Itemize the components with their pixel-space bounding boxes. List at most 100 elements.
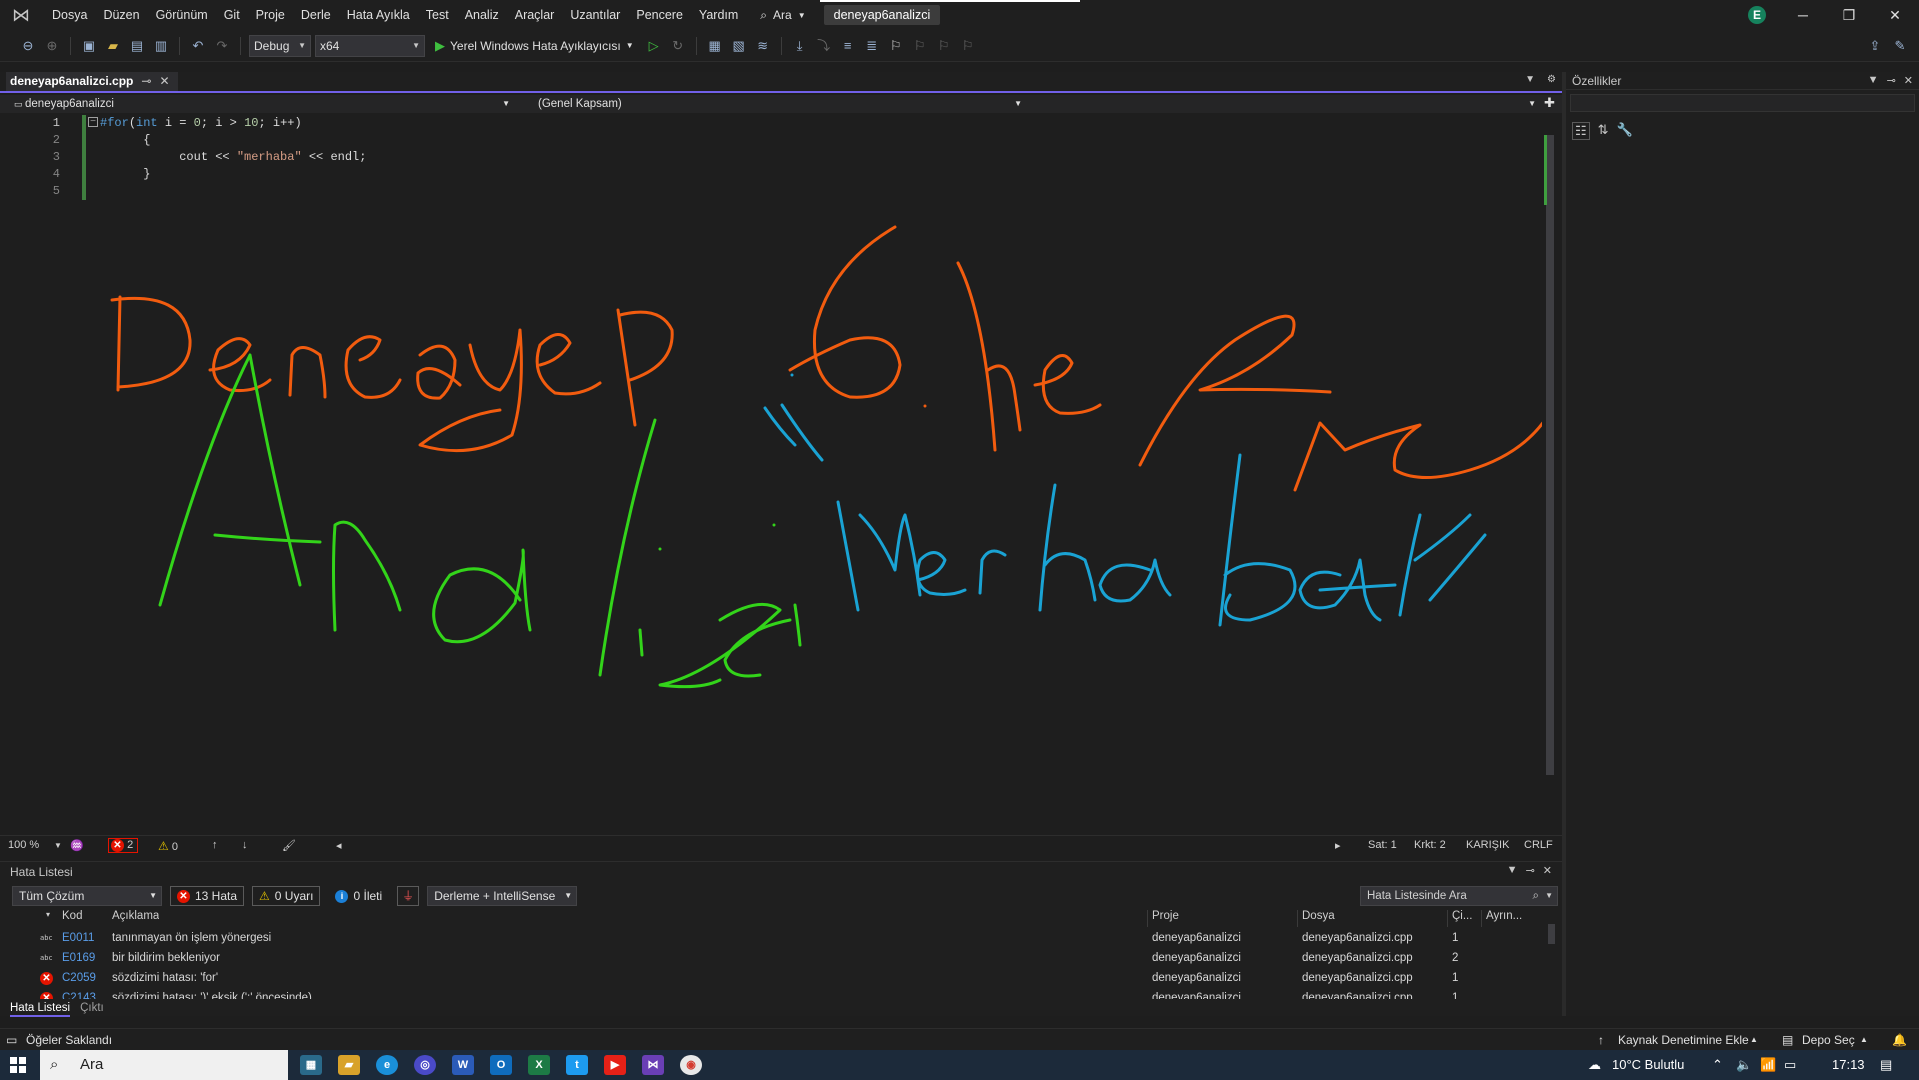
step-over-icon[interactable]: ⤵ (814, 36, 834, 56)
error-count-button[interactable]: ✕ 2 (108, 838, 139, 853)
bell-icon[interactable]: 🔔 (1892, 1033, 1907, 1047)
layout-icon[interactable]: ▧ (729, 36, 749, 56)
error-code[interactable]: E0169 (62, 950, 95, 967)
error-row[interactable]: abc E0011 tanınmayan ön işlem yönergesi … (0, 930, 1542, 947)
taskview-icon[interactable]: ▦ (300, 1055, 322, 1075)
edge-icon[interactable]: e (376, 1055, 398, 1075)
line-ending-indicator[interactable]: CRLF (1524, 839, 1553, 851)
error-row[interactable]: ✕ C2143 sözdizimi hatası: ')' eksik (';'… (0, 990, 1542, 999)
battery-icon[interactable]: ▭ (1784, 1050, 1796, 1080)
encoding-indicator[interactable]: KARIŞIK (1466, 839, 1509, 851)
solution-explorer-icon[interactable]: ▦ (705, 36, 725, 56)
zoom-level[interactable]: 100 % (8, 839, 39, 851)
menu-dosya[interactable]: Dosya (44, 0, 95, 30)
intellicode-icon[interactable]: ♒ (70, 839, 84, 852)
add-to-source-control-button[interactable]: Kaynak Denetimine Ekle (1618, 1033, 1749, 1047)
arrow-down-icon[interactable]: ↓ (242, 839, 248, 851)
chevron-down-icon[interactable]: ▼ (1868, 74, 1879, 87)
error-list-scrollbar[interactable] (1544, 910, 1558, 1000)
youtube-icon[interactable]: ▶ (604, 1055, 626, 1075)
error-code[interactable]: C2143 (62, 990, 96, 999)
property-pages-icon[interactable]: 🔧 (1617, 122, 1633, 140)
column-header-file[interactable]: Dosya (1302, 910, 1335, 922)
menu-duzen[interactable]: Düzen (95, 0, 147, 30)
back-icon[interactable]: ⊖ (18, 36, 38, 56)
menu-test[interactable]: Test (418, 0, 457, 30)
volume-icon[interactable]: 🔈 (1736, 1050, 1752, 1080)
column-indicator[interactable]: Krkt: 2 (1414, 839, 1446, 851)
error-row[interactable]: ✕ C2059 sözdizimi hatası: 'for' deneyap6… (0, 970, 1542, 987)
column-header-description[interactable]: Açıklama (112, 910, 159, 922)
weather-text[interactable]: 10°C Bulutlu (1612, 1050, 1684, 1080)
warning-count-button[interactable]: ⚠ 0 (158, 839, 178, 853)
line-indicator[interactable]: Sat: 1 (1368, 839, 1397, 851)
split-icon[interactable]: ✚ (1544, 95, 1555, 111)
select-repository-button[interactable]: Depo Seç (1802, 1033, 1855, 1047)
hot-reload-icon[interactable]: ↻ (668, 36, 688, 56)
windows-start-icon[interactable] (10, 1057, 26, 1073)
pin-icon[interactable]: ⊸ (1526, 864, 1535, 877)
platform-select[interactable]: x64 ▼ (315, 34, 425, 57)
search-button[interactable]: ⌕ Ara ▼ (752, 8, 813, 23)
tab-list-icon[interactable]: ▼ (1525, 74, 1535, 85)
word-icon[interactable]: W (452, 1055, 474, 1075)
clock[interactable]: 17:13 (1832, 1050, 1865, 1080)
comment-icon[interactable]: ≡ (838, 36, 858, 56)
configuration-select[interactable]: Debug ▼ (249, 34, 311, 57)
tab-output[interactable]: Çıktı (80, 1002, 104, 1017)
column-header-suppression[interactable]: Ayrın... (1486, 910, 1526, 922)
scrollbar-thumb[interactable] (1546, 135, 1554, 775)
step-icon[interactable]: ⤓ (790, 36, 810, 56)
forward-icon[interactable]: ⊕ (42, 36, 62, 56)
column-header-code[interactable]: Kod (62, 910, 82, 922)
scope-select[interactable]: Tüm Çözüm ▼ (12, 886, 162, 906)
new-project-icon[interactable]: ▣ (79, 36, 99, 56)
menu-proje[interactable]: Proje (248, 0, 293, 30)
arrow-up-icon[interactable]: ↑ (212, 839, 218, 851)
column-header-project[interactable]: Proje (1152, 910, 1179, 922)
menu-gorunum[interactable]: Görünüm (148, 0, 216, 30)
properties-object-select[interactable] (1570, 94, 1915, 112)
bookmark-icon[interactable]: ⚐ (886, 36, 906, 56)
scope-dropdown[interactable]: (Genel Kapsam) ▼ (530, 96, 1026, 112)
menu-yardim[interactable]: Yardım (691, 0, 746, 30)
build-source-select[interactable]: Derleme + IntelliSense ▼ (427, 886, 578, 906)
scrollbar-thumb[interactable] (1548, 924, 1555, 944)
scroll-right-icon[interactable]: ▸ (1335, 839, 1341, 852)
alphabetical-icon[interactable]: ⇅ (1598, 122, 1609, 140)
start-debugging-button[interactable]: ▶ Yerel Windows Hata Ayıklayıcısı ▼ (429, 38, 640, 54)
uncomment-icon[interactable]: ≣ (862, 36, 882, 56)
project-dropdown[interactable]: ▭ deneyap6analizci ▼ (6, 96, 514, 112)
tab-deneyap6analizci-cpp[interactable]: deneyap6analizci.cpp ⊸ ✕ (6, 72, 178, 91)
taskbar-search-input[interactable]: ⌕ Ara (40, 1050, 288, 1080)
next-bookmark-icon[interactable]: ⚐ (934, 36, 954, 56)
minimize-button[interactable]: ─ (1780, 0, 1826, 30)
save-all-icon[interactable]: ▥ (151, 36, 171, 56)
share-icon[interactable]: ⇪ (1865, 36, 1885, 56)
menu-hata-ayikla[interactable]: Hata Ayıkla (339, 0, 418, 30)
prev-bookmark-icon[interactable]: ⚐ (910, 36, 930, 56)
gear-icon[interactable]: ⚙ (1547, 74, 1556, 85)
menu-pencere[interactable]: Pencere (628, 0, 691, 30)
error-list-search-input[interactable]: Hata Listesinde Ara ⌕ ▼ (1360, 886, 1558, 906)
menu-uzantilar[interactable]: Uzantılar (562, 0, 628, 30)
error-code[interactable]: E0011 (62, 930, 94, 947)
cleanup-icon[interactable]: 🖌 (282, 839, 296, 852)
chevron-down-icon[interactable]: ▼ (1507, 864, 1518, 877)
visual-studio-icon[interactable]: ⋈ (642, 1055, 664, 1075)
warnings-filter-button[interactable]: ⚠ 0 Uyarı (252, 886, 321, 906)
chevron-down-icon[interactable]: ▼ (54, 841, 62, 850)
start-without-debugging-icon[interactable]: ▷ (644, 36, 664, 56)
menu-git[interactable]: Git (216, 0, 248, 30)
error-code[interactable]: C2059 (62, 970, 96, 987)
close-icon[interactable]: ✕ (1543, 864, 1552, 877)
categorized-icon[interactable]: ☷ (1572, 122, 1590, 140)
twitter-icon[interactable]: t (566, 1055, 588, 1075)
open-folder-icon[interactable]: ▰ (103, 36, 123, 56)
restore-button[interactable]: ❐ (1826, 0, 1872, 30)
redo-icon[interactable]: ↷ (212, 36, 232, 56)
column-header-line[interactable]: Çi... (1452, 910, 1478, 922)
member-dropdown[interactable]: ▼ (1030, 96, 1540, 112)
messages-filter-button[interactable]: i 0 İleti (328, 886, 389, 906)
menu-derle[interactable]: Derle (293, 0, 339, 30)
